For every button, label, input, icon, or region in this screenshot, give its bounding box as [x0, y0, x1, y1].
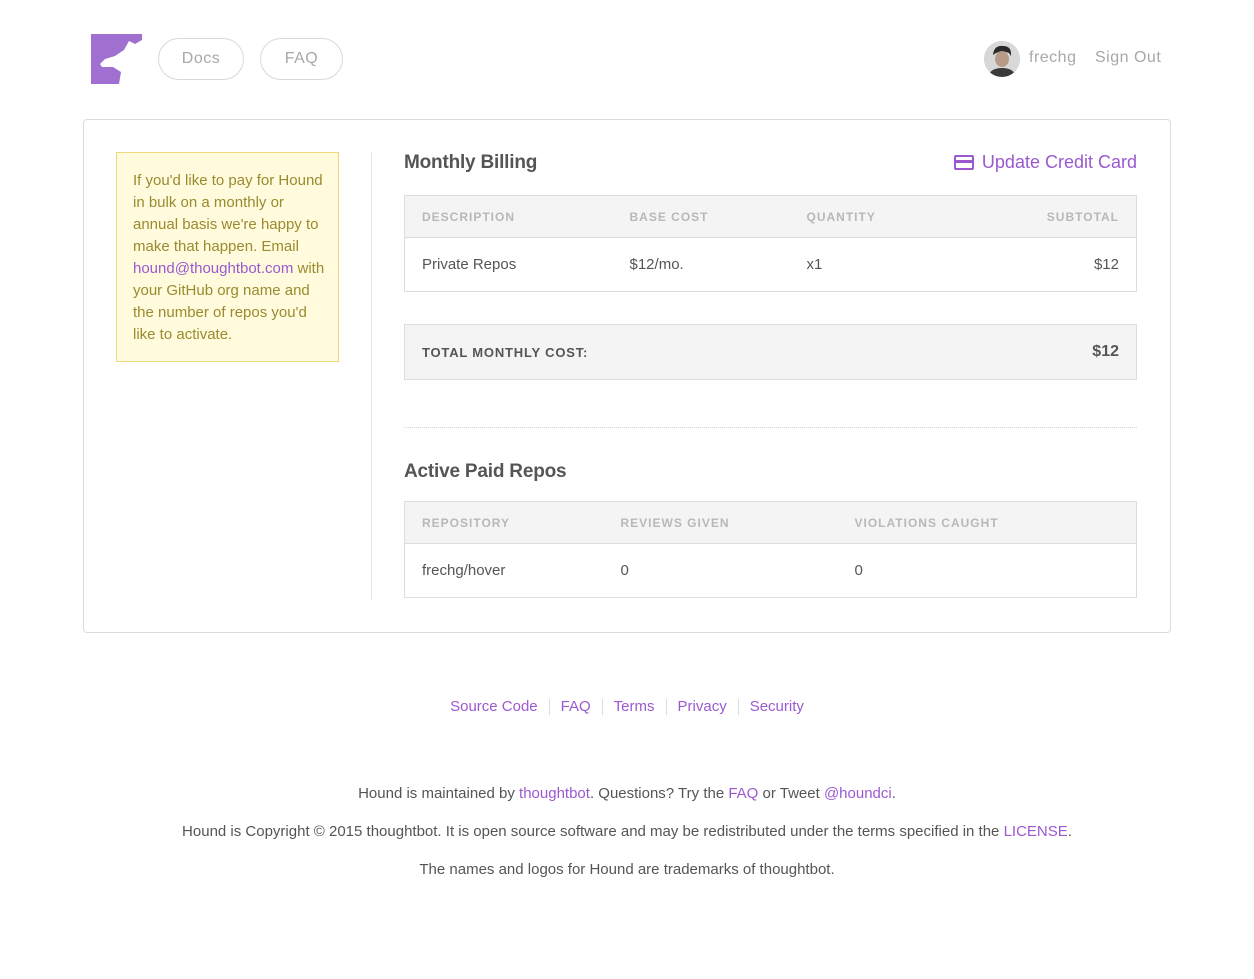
row-description: Private Repos: [422, 256, 517, 273]
row-base-cost: $12/mo.: [629, 256, 684, 273]
footer-text: Hound is maintained by: [358, 785, 520, 802]
footer-link-faq[interactable]: FAQ: [561, 698, 591, 715]
billing-card: If you'd like to pay for Hound in bulk o…: [83, 119, 1171, 633]
row-subtotal: $12: [1093, 256, 1119, 273]
footer-text: .: [1067, 823, 1072, 840]
row-reviews-given: 0: [620, 562, 629, 579]
credit-card-icon: [953, 155, 974, 170]
avatar[interactable]: [984, 41, 1020, 77]
active-paid-repos-title: Active Paid Repos: [404, 461, 567, 482]
footer-text: or Tweet: [758, 785, 824, 802]
billing-table-header: DESCRIPTION BASE COST QUANTITY SUBTOTAL: [404, 195, 1137, 238]
footer-separator: [737, 699, 739, 716]
active-repos-table: REPOSITORY REVIEWS GIVEN VIOLATIONS CAUG…: [404, 501, 1137, 598]
footer-trademark-line: The names and logos for Hound are tradem…: [419, 861, 835, 878]
column-header-repository: REPOSITORY: [404, 501, 604, 544]
footer-text: .: [891, 785, 896, 802]
footer-separator: [665, 699, 667, 716]
vertical-divider: [371, 152, 372, 600]
footer-separator: [601, 699, 603, 716]
update-credit-card-label: Update Credit Card: [981, 152, 1137, 172]
column-header-base-cost: BASE COST: [612, 195, 790, 238]
license-link[interactable]: LICENSE: [1004, 823, 1068, 840]
column-header-reviews-given: REVIEWS GIVEN: [603, 501, 838, 544]
table-row: frechg/hover 0 0: [405, 544, 1137, 598]
total-monthly-cost: TOTAL MONTHLY COST: $12: [404, 324, 1137, 380]
update-credit-card-link[interactable]: Update Credit Card: [953, 152, 1137, 173]
footer-faq-link[interactable]: FAQ: [728, 785, 758, 802]
monthly-billing-title: Monthly Billing: [404, 152, 538, 173]
faq-nav-button[interactable]: FAQ: [260, 38, 343, 80]
section-divider: [404, 427, 1137, 428]
user-name-link[interactable]: frechg: [1029, 49, 1076, 67]
column-header-description: DESCRIPTION: [404, 195, 613, 238]
footer-maintained-line: Hound is maintained by thoughtbot. Quest…: [0, 785, 1254, 802]
sign-out-link[interactable]: Sign Out: [1095, 49, 1161, 67]
footer-link-security[interactable]: Security: [750, 698, 804, 715]
billing-table: DESCRIPTION BASE COST QUANTITY SUBTOTAL …: [404, 195, 1137, 292]
footer-links: Source Code FAQ Terms Privacy Security: [0, 698, 1254, 716]
footer-link-terms[interactable]: Terms: [614, 698, 655, 715]
repos-table-header: REPOSITORY REVIEWS GIVEN VIOLATIONS CAUG…: [404, 501, 1137, 544]
column-header-subtotal: SUBTOTAL: [959, 195, 1137, 238]
footer-link-privacy[interactable]: Privacy: [678, 698, 727, 715]
row-repository: frechg/hover: [422, 562, 506, 579]
footer-copyright-line: Hound is Copyright © 2015 thoughtbot. It…: [0, 823, 1254, 840]
total-value: $12: [1092, 343, 1119, 360]
row-quantity: x1: [806, 256, 823, 273]
monthly-billing-header: Monthly Billing Update Credit Card: [404, 152, 1137, 176]
docs-nav-button[interactable]: Docs: [158, 38, 244, 80]
notice-text-before: If you'd like to pay for Hound in bulk o…: [133, 172, 323, 255]
notice-email-link[interactable]: hound@thoughtbot.com: [133, 260, 293, 277]
thoughtbot-link[interactable]: thoughtbot: [519, 785, 590, 802]
footer-text: Hound is Copyright © 2015 thoughtbot. It…: [182, 823, 1004, 840]
column-header-violations-caught: VIOLATIONS CAUGHT: [837, 501, 1137, 544]
footer-text: . Questions? Try the: [589, 785, 729, 802]
total-label: TOTAL MONTHLY COST:: [422, 344, 589, 360]
row-violations-caught: 0: [854, 562, 863, 579]
column-header-quantity: QUANTITY: [789, 195, 960, 238]
bulk-billing-notice: If you'd like to pay for Hound in bulk o…: [116, 152, 339, 362]
footer-separator: [548, 699, 550, 716]
header: Docs FAQ frechg Sign Out: [0, 0, 1254, 110]
houndci-twitter-link[interactable]: @houndci: [824, 785, 892, 802]
hound-logo[interactable]: [91, 34, 142, 84]
table-row: Private Repos $12/mo. x1 $12: [405, 238, 1137, 292]
footer-link-source-code[interactable]: Source Code: [450, 698, 538, 715]
